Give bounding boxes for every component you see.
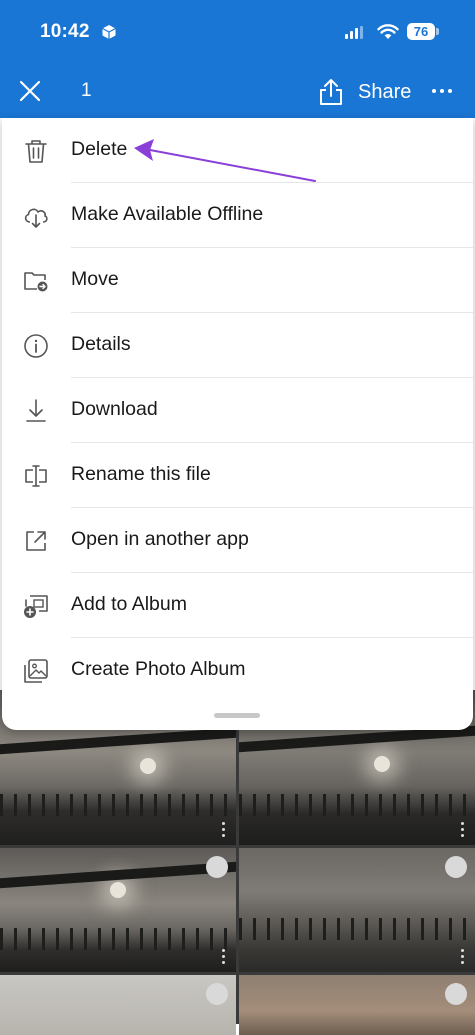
cellular-signal-icon (345, 26, 363, 39)
menu-item-label: Create Photo Album (71, 658, 246, 680)
battery-indicator: 76 (407, 23, 435, 40)
select-circle[interactable] (445, 983, 467, 1005)
sun-highlight (374, 756, 390, 772)
selected-count: 1 (81, 80, 92, 101)
sheet-grabber[interactable] (214, 713, 260, 718)
menu-item-label: Details (71, 333, 131, 355)
menu-item-label: Download (71, 398, 158, 420)
status-time: 10:42 (40, 21, 90, 42)
info-icon (24, 334, 48, 358)
menu-item-label: Make Available Offline (71, 203, 264, 225)
menu-item-details[interactable]: Details (2, 313, 473, 378)
battery-tip (436, 28, 439, 35)
menu-item-move[interactable]: Move (2, 248, 473, 313)
sun-highlight (110, 882, 126, 898)
photo-thumbnail[interactable] (0, 975, 236, 1035)
menu-item-rename[interactable]: Rename this file (2, 443, 473, 508)
menu-item-label: Rename this file (71, 463, 211, 485)
select-circle[interactable] (206, 983, 228, 1005)
menu-item-label: Move (71, 268, 119, 290)
share-icon (320, 79, 342, 105)
share-label: Share (358, 80, 412, 103)
close-icon[interactable] (18, 79, 42, 103)
wifi-icon (377, 24, 399, 39)
top-app-bar: 10:42 76 1 Share (0, 0, 475, 118)
menu-item-open-in-another-app[interactable]: Open in another app (2, 508, 473, 573)
select-circle[interactable] (445, 856, 467, 878)
select-circle[interactable] (206, 856, 228, 878)
menu-item-add-to-album[interactable]: Add to Album (2, 573, 473, 638)
app-cube-icon (102, 25, 116, 39)
share-button[interactable]: Share (318, 76, 411, 108)
menu-item-make-available-offline[interactable]: Make Available Offline (2, 183, 473, 248)
trash-icon (25, 140, 47, 163)
menu-item-download[interactable]: Download (2, 378, 473, 443)
more-options-icon[interactable] (222, 822, 226, 837)
more-options-icon[interactable] (461, 822, 465, 837)
action-sheet: Delete Make Available Offline Move Detai… (2, 118, 473, 730)
more-options-icon[interactable] (222, 949, 226, 964)
photo-album-icon (24, 659, 48, 683)
open-external-icon (26, 531, 46, 551)
menu-item-delete[interactable]: Delete (2, 118, 473, 183)
more-options-icon[interactable] (461, 949, 465, 964)
download-icon (26, 399, 46, 422)
more-options-icon[interactable] (432, 89, 452, 93)
menu-item-label: Open in another app (71, 528, 249, 550)
photo-grid (0, 690, 475, 1035)
folder-move-icon (24, 272, 48, 292)
rename-cursor-icon (25, 465, 47, 487)
add-to-album-icon (24, 595, 48, 618)
photo-thumbnail[interactable] (239, 975, 475, 1035)
photo-thumbnail[interactable] (239, 848, 475, 972)
photo-thumbnail[interactable] (0, 848, 236, 972)
menu-item-create-photo-album[interactable]: Create Photo Album (2, 638, 473, 703)
menu-item-label: Add to Album (71, 593, 187, 615)
cloud-download-icon (24, 208, 48, 228)
sun-highlight (140, 758, 156, 774)
menu-item-label: Delete (71, 138, 128, 160)
